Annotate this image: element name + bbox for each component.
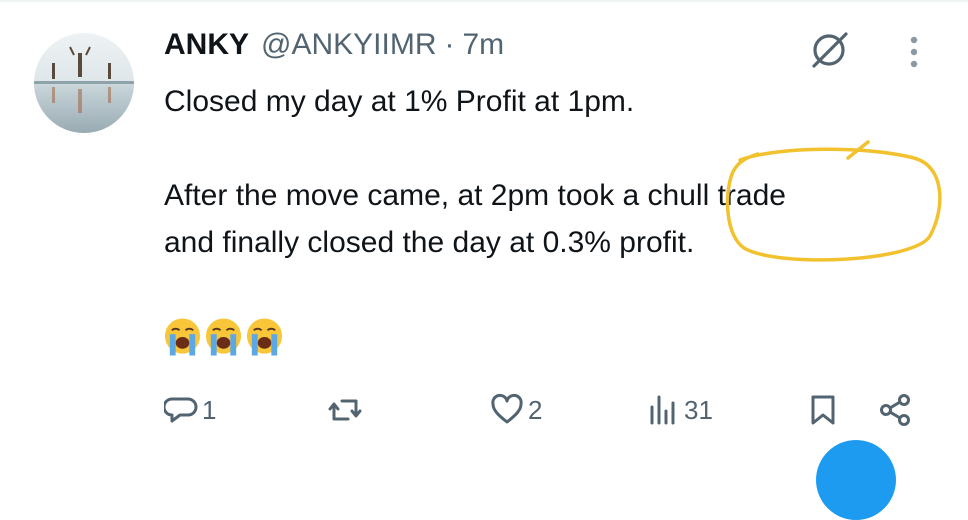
crying-face-icon	[246, 318, 283, 356]
views-button[interactable]: 31	[646, 390, 713, 430]
crying-face-icon	[164, 318, 201, 356]
like-icon	[491, 393, 523, 424]
reply-icon	[164, 397, 198, 423]
emoji-row	[162, 316, 285, 358]
like-count: 2	[528, 394, 543, 425]
tweet-text-line: Closed my day at 1% Profit at 1pm.	[164, 85, 635, 118]
compose-button[interactable]	[816, 440, 896, 520]
view-count: 31	[684, 394, 713, 425]
more-icon[interactable]	[898, 30, 930, 74]
share-icon	[880, 394, 910, 426]
tweet-header: ANKY @ANKYIIMR · 7m	[164, 28, 504, 68]
grok-icon[interactable]	[808, 28, 852, 72]
crying-face-icon	[205, 318, 242, 356]
reply-count: 1	[202, 394, 217, 425]
timestamp[interactable]: 7m	[463, 28, 505, 62]
bookmark-button[interactable]	[806, 390, 840, 430]
divider	[0, 0, 968, 2]
bookmark-icon	[811, 395, 835, 425]
share-button[interactable]	[878, 390, 912, 430]
like-button[interactable]: 2	[490, 390, 542, 430]
repost-button[interactable]	[328, 390, 366, 430]
avatar[interactable]	[34, 33, 134, 133]
user-handle[interactable]: @ANKYIIMR	[261, 28, 436, 62]
reply-button[interactable]: 1	[164, 390, 216, 430]
separator-dot: ·	[444, 28, 455, 61]
display-name[interactable]: ANKY	[164, 28, 249, 62]
tweet-text-line: After the move came, at 2pm took a chull…	[164, 179, 786, 212]
tweet-text-line: and finally closed the day at 0.3% profi…	[164, 226, 695, 259]
views-icon	[650, 395, 675, 425]
repost-icon	[328, 399, 362, 421]
